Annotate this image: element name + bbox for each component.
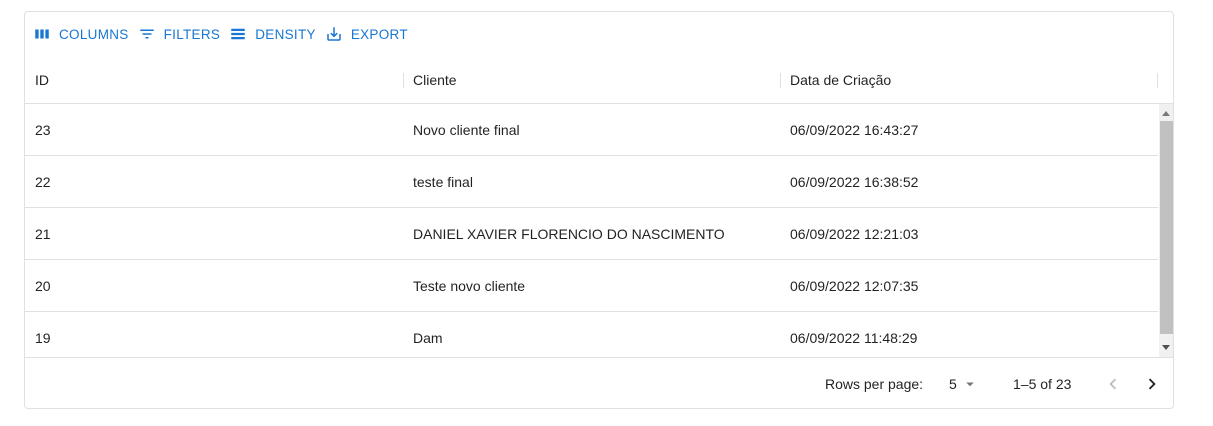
scroll-down-arrow-icon[interactable] — [1159, 340, 1173, 354]
table-row[interactable]: 19 Dam 06/09/2022 11:48:29 — [25, 312, 1158, 357]
column-separator[interactable] — [403, 73, 404, 88]
column-headers: ID Cliente Data de Criação — [25, 57, 1173, 104]
column-separator[interactable] — [780, 73, 781, 88]
density-icon — [229, 25, 247, 43]
columns-button[interactable]: COLUMNS — [33, 20, 134, 48]
table-row[interactable]: 21 DANIEL XAVIER FLORENCIO DO NASCIMENTO… — [25, 208, 1158, 260]
previous-page-button[interactable] — [1099, 358, 1127, 408]
grid-body: 23 Novo cliente final 06/09/2022 16:43:2… — [25, 104, 1173, 357]
export-label: EXPORT — [350, 26, 408, 42]
cell-cliente: DANIEL XAVIER FLORENCIO DO NASCIMENTO — [413, 226, 725, 242]
column-header-cliente[interactable]: Cliente — [413, 57, 457, 103]
rows-per-page-label: Rows per page: — [825, 376, 924, 392]
table-row[interactable]: 20 Teste novo cliente 06/09/2022 12:07:3… — [25, 260, 1158, 312]
filters-label: FILTERS — [163, 26, 221, 42]
scrollbar-thumb[interactable] — [1160, 121, 1173, 334]
cell-id: 22 — [35, 174, 51, 190]
cell-data: 06/09/2022 16:38:52 — [790, 174, 919, 190]
rows-per-page-value: 5 — [949, 376, 957, 392]
density-label: DENSITY — [255, 26, 316, 42]
filters-button[interactable]: FILTERS — [138, 20, 226, 48]
column-header-id[interactable]: ID — [35, 57, 49, 103]
rows-per-page-select[interactable]: 5 — [949, 358, 979, 408]
cell-data: 06/09/2022 12:07:35 — [790, 278, 919, 294]
density-button[interactable]: DENSITY — [229, 20, 321, 48]
cell-id: 23 — [35, 122, 51, 138]
filter-list-icon — [138, 25, 156, 43]
pagination-range: 1–5 of 23 — [1013, 376, 1072, 392]
arrow-drop-down-icon — [966, 382, 974, 387]
grid-footer: Rows per page: 5 1–5 of 23 — [25, 357, 1173, 408]
cell-data: 06/09/2022 11:48:29 — [790, 330, 918, 346]
chevron-left-icon — [1109, 378, 1117, 390]
columns-label: COLUMNS — [59, 26, 129, 42]
cell-cliente: teste final — [413, 174, 473, 190]
column-separator[interactable] — [1157, 73, 1158, 88]
data-grid: COLUMNS FILTERS DENSITY EXPORT ID Client… — [24, 11, 1174, 409]
cell-cliente: Novo cliente final — [413, 122, 520, 138]
download-icon — [325, 25, 343, 43]
column-header-data[interactable]: Data de Criação — [790, 57, 891, 103]
cell-data: 06/09/2022 16:43:27 — [790, 122, 919, 138]
cell-cliente: Dam — [413, 330, 443, 346]
table-row[interactable]: 23 Novo cliente final 06/09/2022 16:43:2… — [25, 104, 1158, 156]
view-column-icon — [33, 25, 51, 43]
cell-id: 21 — [35, 226, 51, 242]
export-button[interactable]: EXPORT — [325, 20, 413, 48]
cell-cliente: Teste novo cliente — [413, 278, 526, 294]
cell-id: 19 — [35, 330, 51, 346]
cell-id: 20 — [35, 278, 51, 294]
grid-toolbar: COLUMNS FILTERS DENSITY EXPORT — [33, 20, 417, 48]
vertical-scrollbar[interactable] — [1159, 104, 1173, 357]
table-row[interactable]: 22 teste final 06/09/2022 16:38:52 — [25, 156, 1158, 208]
scroll-up-arrow-icon[interactable] — [1159, 106, 1173, 120]
chevron-right-icon — [1148, 378, 1156, 390]
next-page-button[interactable] — [1138, 358, 1166, 408]
cell-data: 06/09/2022 12:21:03 — [790, 226, 919, 242]
